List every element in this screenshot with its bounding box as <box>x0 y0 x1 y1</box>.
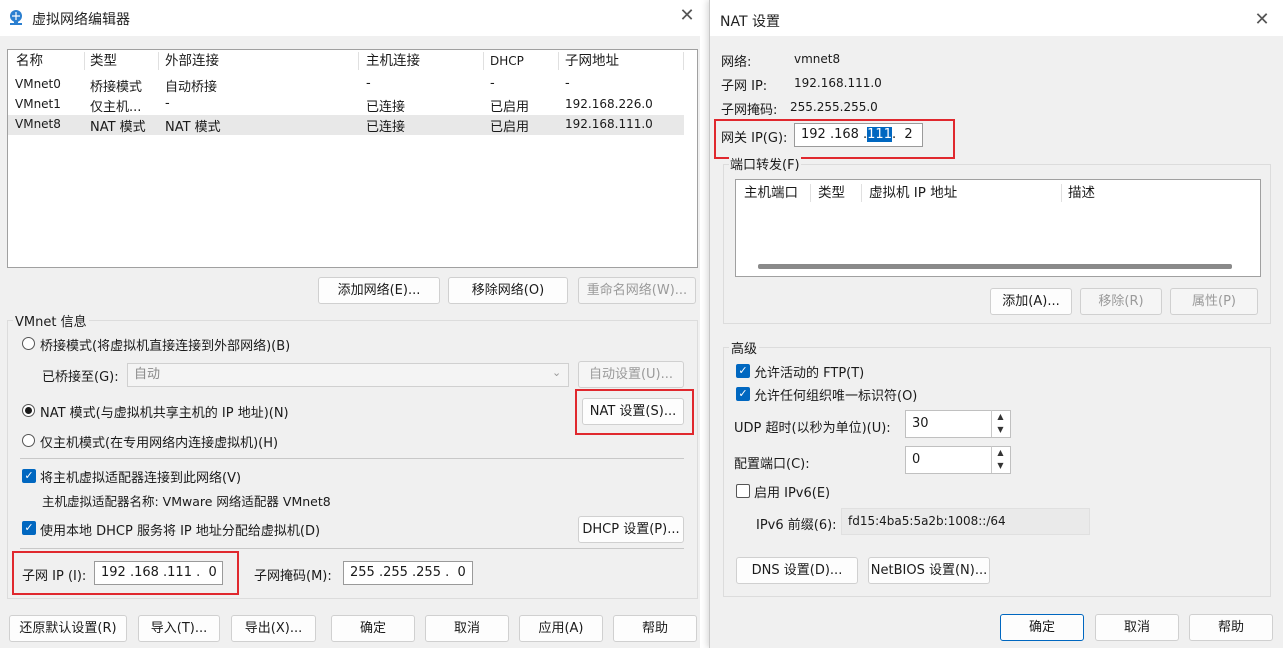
use-dhcp-checkbox[interactable]: ✓ <box>22 521 36 535</box>
editor-titlebar: 虚拟网络编辑器 ✕ <box>0 0 700 36</box>
nat-titlebar: NAT 设置 ✕ <box>710 0 1283 36</box>
bridge-mode-radio[interactable] <box>22 337 35 350</box>
pf-col-type[interactable]: 类型 <box>818 182 845 204</box>
allow-ftp-label[interactable]: 允许活动的 FTP(T) <box>754 362 864 381</box>
highlight-box <box>714 119 955 159</box>
pf-col-vm-ip[interactable]: 虚拟机 IP 地址 <box>869 182 957 204</box>
col-header-type[interactable]: 类型 <box>90 50 117 72</box>
apply-button[interactable]: 应用(A) <box>519 615 603 642</box>
remove-network-button[interactable]: 移除网络(O) <box>448 277 568 304</box>
add-port-button[interactable]: 添加(A)... <box>990 288 1072 315</box>
nat-cancel-button[interactable]: 取消 <box>1095 614 1179 641</box>
network-list[interactable]: 名称 类型 外部连接 主机连接 DHCP 子网地址 VMnet0 桥接模式 自动… <box>7 49 698 268</box>
nat-subnet-ip-value: 192.168.111.0 <box>794 76 882 90</box>
col-header-external[interactable]: 外部连接 <box>165 50 219 72</box>
spin-up-icon[interactable]: ▲ <box>992 446 1009 459</box>
table-row[interactable]: VMnet1 仅主机... - 已连接 已启用 192.168.226.0 <box>8 95 697 115</box>
nat-subnet-ip-label: 子网 IP: <box>721 79 768 94</box>
spin-up-icon[interactable]: ▲ <box>992 410 1009 423</box>
spin-down-icon[interactable]: ▼ <box>992 423 1009 436</box>
subnet-mask-label: 子网掩码(M): <box>254 569 332 584</box>
netbios-settings-button[interactable]: NetBIOS 设置(N)... <box>868 557 990 584</box>
udp-timeout-label: UDP 超时(以秒为单位)(U): <box>734 421 891 436</box>
editor-title: 虚拟网络编辑器 <box>32 12 130 28</box>
highlight-box <box>12 551 239 595</box>
connect-adapter-checkbox[interactable]: ✓ <box>22 469 36 483</box>
nat-help-button[interactable]: 帮助 <box>1189 614 1273 641</box>
nat-subnet-mask-label: 子网掩码: <box>721 103 778 118</box>
editor-close-icon[interactable]: ✕ <box>676 5 698 27</box>
vmnet-info-label: VMnet 信息 <box>13 311 89 330</box>
chevron-down-icon: ⌄ <box>552 366 562 379</box>
enable-ipv6-label[interactable]: 启用 IPv6(E) <box>754 482 830 501</box>
nat-mode-label[interactable]: NAT 模式(与虚拟机共享主机的 IP 地址)(N) <box>40 402 289 421</box>
network-app-icon <box>10 10 22 25</box>
network-value: vmnet8 <box>794 52 841 66</box>
ipv6-prefix-input[interactable]: fd15:4ba5:5a2b:1008::/64 <box>841 508 1090 535</box>
col-header-name[interactable]: 名称 <box>16 50 43 72</box>
import-button[interactable]: 导入(T)... <box>138 615 220 642</box>
config-port-label: 配置端口(C): <box>734 457 810 472</box>
connect-adapter-label[interactable]: 将主机虚拟适配器连接到此网络(V) <box>40 467 241 486</box>
host-only-radio[interactable] <box>22 434 35 447</box>
pf-col-host-port[interactable]: 主机端口 <box>744 182 798 204</box>
allow-oui-checkbox[interactable]: ✓ <box>736 387 750 401</box>
divider <box>20 458 684 459</box>
horizontal-scrollbar[interactable] <box>758 264 1232 269</box>
add-network-button[interactable]: 添加网络(E)... <box>318 277 440 304</box>
restore-defaults-button[interactable]: 还原默认设置(R) <box>9 615 127 642</box>
use-dhcp-label[interactable]: 使用本地 DHCP 服务将 IP 地址分配给虚拟机(D) <box>40 520 320 539</box>
bridge-mode-label[interactable]: 桥接模式(将虚拟机直接连接到外部网络)(B) <box>40 335 290 354</box>
nat-title: NAT 设置 <box>720 14 780 30</box>
spin-down-icon[interactable]: ▼ <box>992 459 1009 472</box>
bridged-to-label: 已桥接至(G): <box>42 370 119 385</box>
nat-close-icon[interactable]: ✕ <box>1251 9 1273 31</box>
col-header-dhcp[interactable]: DHCP <box>490 50 524 72</box>
host-only-label[interactable]: 仅主机模式(在专用网络内连接虚拟机)(H) <box>40 432 278 451</box>
highlight-box <box>575 389 694 435</box>
col-header-subnet[interactable]: 子网地址 <box>565 50 619 72</box>
divider <box>20 548 684 549</box>
dns-settings-button[interactable]: DNS 设置(D)... <box>736 557 858 584</box>
col-header-host[interactable]: 主机连接 <box>366 50 420 72</box>
export-button[interactable]: 导出(X)... <box>231 615 316 642</box>
pf-col-description[interactable]: 描述 <box>1068 182 1095 204</box>
enable-ipv6-checkbox[interactable] <box>736 484 750 498</box>
nat-settings-window: NAT 设置 ✕ 网络: vmnet8 子网 IP: 192.168.111.0… <box>709 0 1283 648</box>
bridged-to-select[interactable]: 自动 <box>127 363 569 387</box>
table-row-selected[interactable]: VMnet8 NAT 模式 NAT 模式 已连接 已启用 192.168.111… <box>8 115 684 135</box>
ipv6-prefix-label: IPv6 前缀(6): <box>756 518 837 533</box>
remove-port-button[interactable]: 移除(R) <box>1080 288 1162 315</box>
editor-ok-button[interactable]: 确定 <box>331 615 415 642</box>
network-label: 网络: <box>721 55 752 70</box>
nat-mode-radio[interactable] <box>22 404 35 417</box>
config-port-spinner[interactable]: ▲ ▼ <box>991 446 1009 473</box>
subnet-mask-input[interactable]: 255 .255 .255 . 0 <box>343 561 473 585</box>
port-properties-button[interactable]: 属性(P) <box>1170 288 1258 315</box>
rename-network-button[interactable]: 重命名网络(W)... <box>578 277 696 304</box>
nat-ok-button[interactable]: 确定 <box>1000 614 1084 641</box>
auto-settings-button[interactable]: 自动设置(U)... <box>578 361 684 388</box>
allow-ftp-checkbox[interactable]: ✓ <box>736 364 750 378</box>
port-forwarding-list[interactable]: 主机端口 类型 虚拟机 IP 地址 描述 <box>735 179 1261 277</box>
udp-timeout-spinner[interactable]: ▲ ▼ <box>991 410 1009 437</box>
nat-subnet-mask-value: 255.255.255.0 <box>790 100 878 114</box>
virtual-network-editor-window: 虚拟网络编辑器 ✕ 名称 类型 外部连接 主机连接 DHCP 子网地址 VMne… <box>0 0 700 648</box>
dhcp-settings-button[interactable]: DHCP 设置(P)... <box>578 516 684 543</box>
advanced-label: 高级 <box>729 338 760 357</box>
adapter-name-text: 主机虚拟适配器名称: VMware 网络适配器 VMnet8 <box>42 494 331 509</box>
editor-help-button[interactable]: 帮助 <box>613 615 697 642</box>
allow-oui-label[interactable]: 允许任何组织唯一标识符(O) <box>754 385 917 404</box>
editor-cancel-button[interactable]: 取消 <box>425 615 509 642</box>
port-forwarding-label: 端口转发(F) <box>729 154 801 173</box>
table-row[interactable]: VMnet0 桥接模式 自动桥接 - - - <box>8 75 697 95</box>
